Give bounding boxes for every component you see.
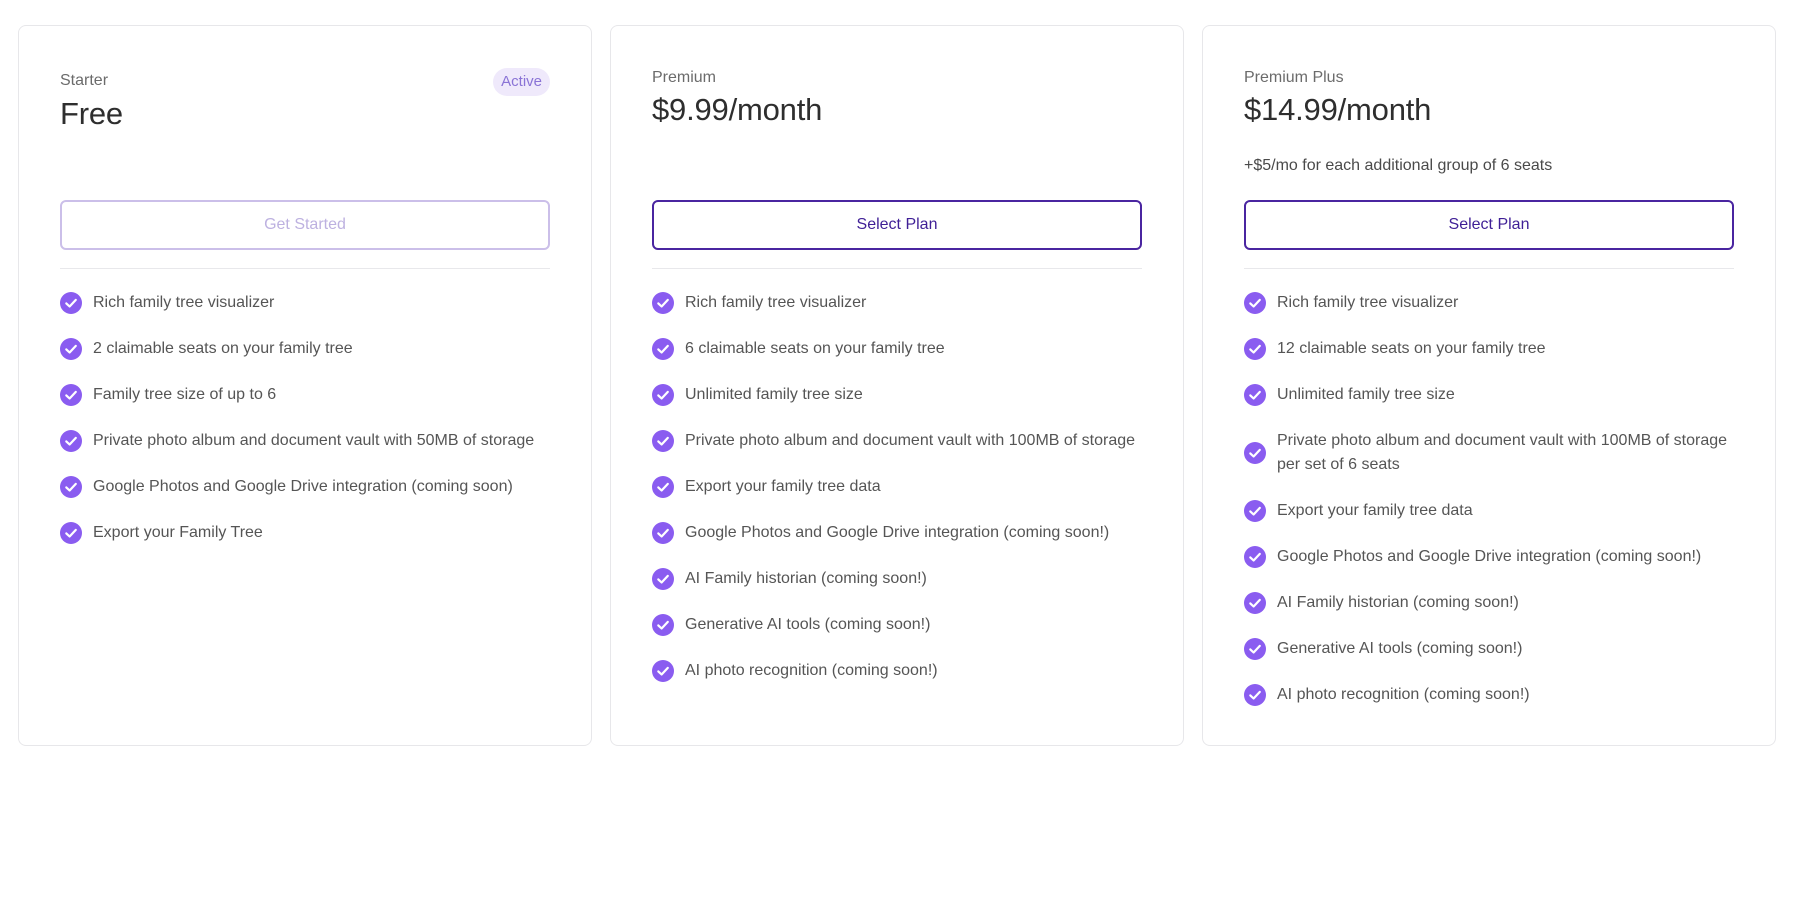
feature-text: Generative AI tools (coming soon!) xyxy=(685,616,931,633)
feature-text: Google Photos and Google Drive integrati… xyxy=(685,524,1110,541)
pricing-cards: Starter Active Free Get Started Rich fam… xyxy=(18,25,1776,746)
check-circle-icon xyxy=(652,338,674,360)
check-circle-icon xyxy=(652,476,674,498)
check-circle-icon xyxy=(60,430,82,452)
check-circle-icon xyxy=(652,292,674,314)
feature-text: Export your family tree data xyxy=(1277,502,1473,519)
feature-text: Rich family tree visualizer xyxy=(1277,294,1459,311)
feature-item: 2 claimable seats on your family tree xyxy=(60,337,550,361)
feature-text: Private photo album and document vault w… xyxy=(1277,432,1728,473)
check-circle-icon xyxy=(1244,442,1266,464)
plan-tier: Premium xyxy=(652,69,717,86)
check-circle-icon xyxy=(652,568,674,590)
check-circle-icon xyxy=(652,614,674,636)
feature-text: AI Family historian (coming soon!) xyxy=(1277,594,1519,611)
check-circle-icon xyxy=(1244,500,1266,522)
check-circle-icon xyxy=(1244,546,1266,568)
divider xyxy=(1244,268,1734,269)
feature-item: Generative AI tools (coming soon!) xyxy=(652,613,1142,637)
feature-item: Unlimited family tree size xyxy=(1244,383,1734,407)
check-circle-icon xyxy=(1244,638,1266,660)
feature-item: AI Family historian (coming soon!) xyxy=(652,567,1142,591)
feature-text: Rich family tree visualizer xyxy=(685,294,867,311)
check-circle-icon xyxy=(652,430,674,452)
feature-text: Private photo album and document vault w… xyxy=(93,432,535,449)
plan-tier: Starter xyxy=(60,72,109,89)
feature-item: Private photo album and document vault w… xyxy=(1244,429,1734,477)
check-circle-icon xyxy=(1244,384,1266,406)
feature-item: Export your family tree data xyxy=(652,475,1142,499)
plan-tier: Premium Plus xyxy=(1244,69,1344,86)
plan-card-premium: Premium $9.99/month Select Plan Rich fam… xyxy=(610,25,1184,746)
plan-price: $14.99/month xyxy=(1244,92,1432,127)
feature-item: Private photo album and document vault w… xyxy=(60,429,550,453)
feature-item: Rich family tree visualizer xyxy=(1244,291,1734,315)
feature-item: Google Photos and Google Drive integrati… xyxy=(60,475,550,499)
feature-list: Rich family tree visualizer 12 claimable … xyxy=(1244,291,1734,707)
feature-text: Unlimited family tree size xyxy=(685,386,863,403)
active-badge: Active xyxy=(493,68,550,96)
plan-card-starter: Starter Active Free Get Started Rich fam… xyxy=(18,25,592,746)
divider xyxy=(60,268,550,269)
feature-text: Private photo album and document vault w… xyxy=(685,432,1136,449)
divider xyxy=(652,268,1142,269)
plan-price: Free xyxy=(60,96,123,131)
feature-item: Private photo album and document vault w… xyxy=(652,429,1142,453)
plan-price: $9.99/month xyxy=(652,92,823,127)
feature-text: Generative AI tools (coming soon!) xyxy=(1277,640,1523,657)
plan-note: +$5/mo for each additional group of 6 se… xyxy=(1244,157,1553,174)
feature-item: Family tree size of up to 6 xyxy=(60,383,550,407)
feature-item: Export your family tree data xyxy=(1244,499,1734,523)
feature-item: Rich family tree visualizer xyxy=(60,291,550,315)
feature-text: AI Family historian (coming soon!) xyxy=(685,570,927,587)
get-started-button[interactable]: Get Started xyxy=(60,200,550,250)
check-circle-icon xyxy=(1244,592,1266,614)
check-circle-icon xyxy=(1244,292,1266,314)
feature-item: Unlimited family tree size xyxy=(652,383,1142,407)
feature-text: 6 claimable seats on your family tree xyxy=(685,340,945,357)
check-circle-icon xyxy=(60,338,82,360)
feature-text: Unlimited family tree size xyxy=(1277,386,1455,403)
feature-text: AI photo recognition (coming soon!) xyxy=(685,662,938,679)
feature-text: 12 claimable seats on your family tree xyxy=(1277,340,1546,357)
feature-item: AI photo recognition (coming soon!) xyxy=(652,659,1142,683)
plan-header: Starter Active Free xyxy=(60,26,550,200)
check-circle-icon xyxy=(652,660,674,682)
check-circle-icon xyxy=(60,292,82,314)
check-circle-icon xyxy=(1244,338,1266,360)
plan-header: Premium $9.99/month xyxy=(652,26,1142,200)
feature-text: Rich family tree visualizer xyxy=(93,294,275,311)
feature-text: Google Photos and Google Drive integrati… xyxy=(93,478,513,495)
feature-list: Rich family tree visualizer 6 claimable s… xyxy=(652,291,1142,683)
feature-item: 6 claimable seats on your family tree xyxy=(652,337,1142,361)
check-circle-icon xyxy=(652,522,674,544)
feature-list: Rich family tree visualizer 2 claimable s… xyxy=(60,291,550,545)
select-plan-button[interactable]: Select Plan xyxy=(1244,200,1734,250)
check-circle-icon xyxy=(60,384,82,406)
feature-text: Family tree size of up to 6 xyxy=(93,386,277,403)
feature-text: Export your family tree data xyxy=(685,478,881,495)
feature-item: Google Photos and Google Drive integrati… xyxy=(1244,545,1734,569)
plan-card-premium-plus: Premium Plus $14.99/month +$5/mo for eac… xyxy=(1202,25,1776,746)
feature-text: 2 claimable seats on your family tree xyxy=(93,340,353,357)
feature-item: AI photo recognition (coming soon!) xyxy=(1244,683,1734,707)
feature-text: AI photo recognition (coming soon!) xyxy=(1277,686,1530,703)
check-circle-icon xyxy=(652,384,674,406)
feature-item: Rich family tree visualizer xyxy=(652,291,1142,315)
feature-item: AI Family historian (coming soon!) xyxy=(1244,591,1734,615)
feature-item: Generative AI tools (coming soon!) xyxy=(1244,637,1734,661)
check-circle-icon xyxy=(60,522,82,544)
feature-item: Export your Family Tree xyxy=(60,521,550,545)
feature-text: Google Photos and Google Drive integrati… xyxy=(1277,548,1702,565)
plan-header: Premium Plus $14.99/month +$5/mo for eac… xyxy=(1244,26,1734,200)
select-plan-button[interactable]: Select Plan xyxy=(652,200,1142,250)
feature-item: Google Photos and Google Drive integrati… xyxy=(652,521,1142,545)
check-circle-icon xyxy=(60,476,82,498)
check-circle-icon xyxy=(1244,684,1266,706)
feature-item: 12 claimable seats on your family tree xyxy=(1244,337,1734,361)
feature-text: Export your Family Tree xyxy=(93,524,263,541)
